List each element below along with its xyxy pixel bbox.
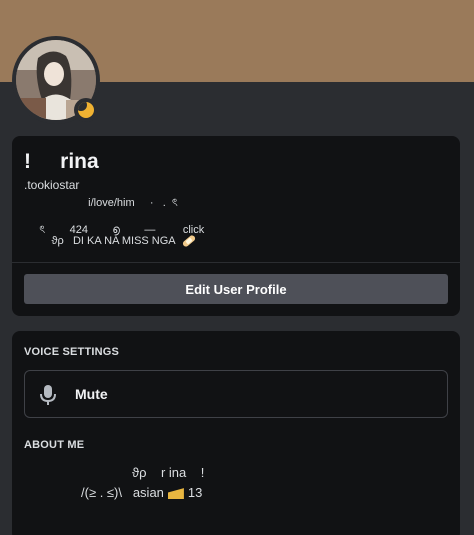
- settings-card: VOICE SETTINGS Mute ABOUT ME ϑρ r ina ! …: [12, 331, 460, 535]
- mute-label: Mute: [75, 386, 108, 402]
- about-me-line-1: ϑρ r ina !: [132, 465, 205, 480]
- mute-toggle[interactable]: Mute: [24, 370, 448, 418]
- about-me-text: /(≥ . ≤)\ asian: [81, 485, 164, 500]
- username: .tookiostar: [24, 178, 80, 192]
- custom-status-line-2: ϑρ DI KA NA MISS NGA: [24, 234, 196, 248]
- bandage-icon: [181, 234, 196, 248]
- custom-status-text: ϑρ DI KA NA MISS NGA: [24, 235, 176, 247]
- about-me-line-2: /(≥ . ≤)\ asian 13: [81, 485, 202, 500]
- cheese-icon: [167, 488, 184, 500]
- profile-card: ! rina .tookiostar i/love/him · . ৎ ৎ 42…: [12, 136, 460, 316]
- divider: [12, 262, 460, 263]
- voice-settings-heading: VOICE SETTINGS: [24, 346, 120, 358]
- idle-status-badge: [74, 98, 98, 122]
- moon-status-icon: [78, 102, 94, 118]
- microphone-icon: [40, 385, 56, 405]
- about-me-heading: ABOUT ME: [24, 439, 85, 451]
- about-me-number: 13: [187, 485, 203, 500]
- pronouns: i/love/him · . ৎ: [24, 197, 178, 209]
- display-name: ! rina: [24, 150, 99, 173]
- edit-user-profile-button[interactable]: Edit User Profile: [24, 274, 448, 304]
